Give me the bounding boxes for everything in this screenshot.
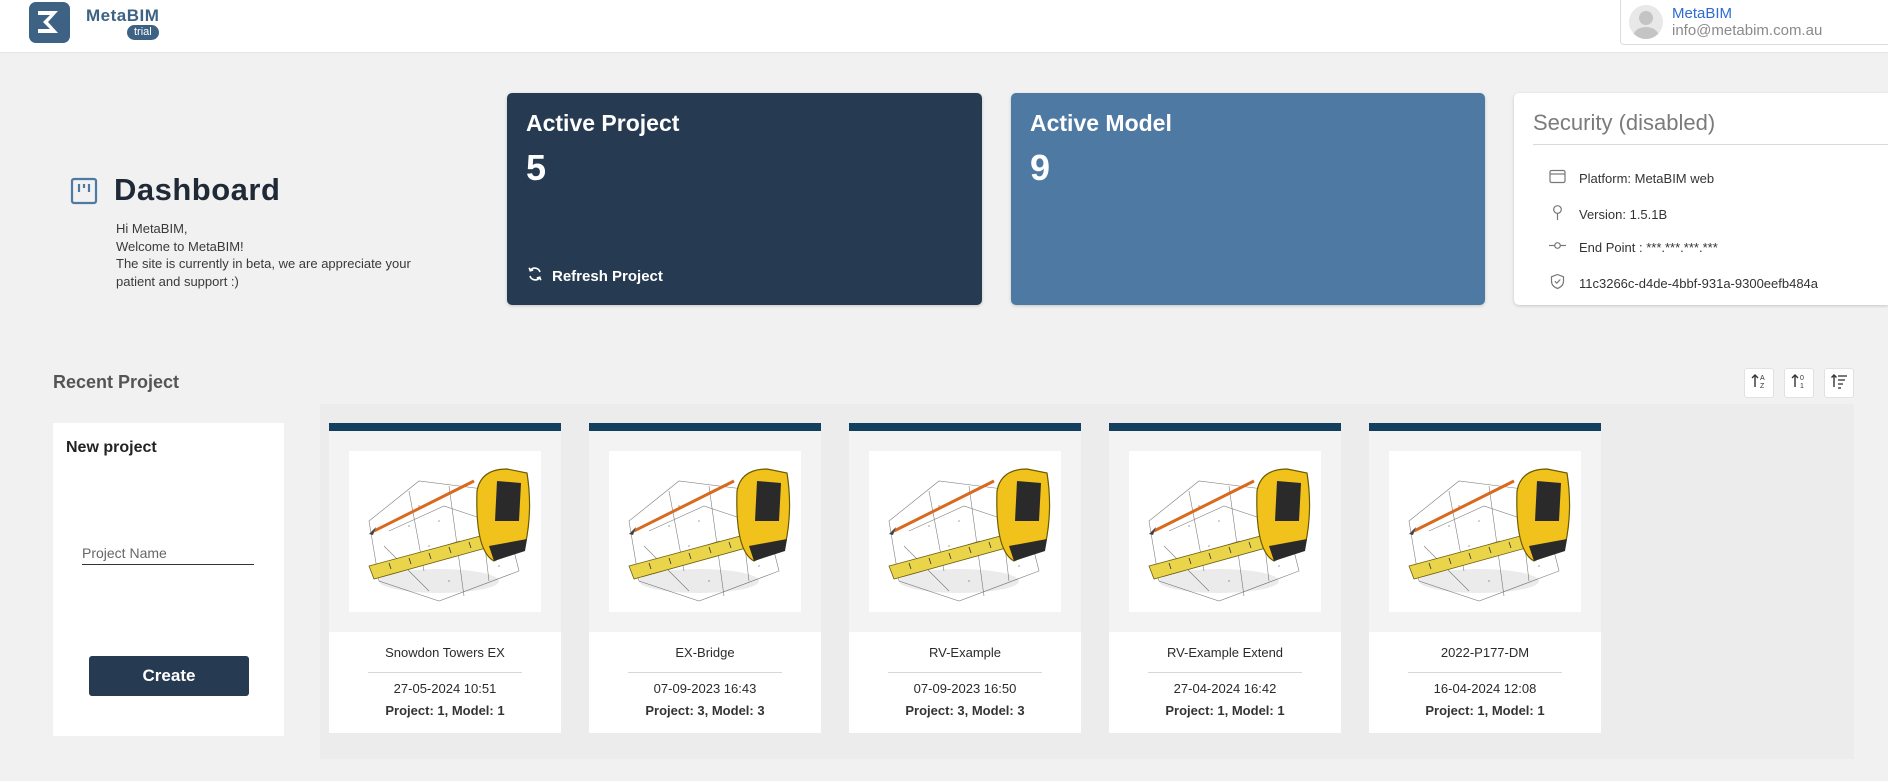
tape-measure-image	[1389, 451, 1581, 612]
avatar[interactable]	[1629, 5, 1663, 39]
active-project-count: 5	[526, 147, 547, 188]
project-card[interactable]: RV-Example Extend 27-04-2024 16:42 Proje…	[1109, 423, 1341, 733]
active-model-count: 9	[1030, 147, 1051, 188]
active-model-title: Active Model	[1030, 110, 1172, 136]
project-name: RV-Example	[928, 645, 1001, 660]
welcome-message: Hi MetaBIM, Welcome to MetaBIM! The site…	[116, 220, 426, 290]
version-text: Version: 1.5.1B	[1579, 206, 1668, 222]
sort-numeric-icon: 01	[1790, 372, 1808, 395]
recent-project-title: Recent Project	[53, 372, 180, 392]
new-project-title: New project	[66, 439, 157, 456]
user-menu[interactable]: MetaBIM info@metabim.com.au	[1620, 0, 1888, 45]
project-card-accent	[589, 423, 821, 431]
metabim-logo-icon[interactable]	[29, 2, 70, 43]
project-date: 07-09-2023 16:50	[913, 681, 1017, 696]
tape-measure-image	[869, 451, 1061, 612]
user-email: info@metabim.com.au	[1672, 22, 1823, 39]
divider	[368, 672, 522, 673]
pin-icon	[1549, 204, 1566, 224]
project-card[interactable]: EX-Bridge 07-09-2023 16:43 Project: 3, M…	[589, 423, 821, 733]
thumbnail-frame	[849, 431, 1081, 632]
sort-alpha-icon: AZ	[1750, 372, 1768, 395]
divider	[628, 672, 782, 673]
welcome-line: Hi MetaBIM,	[116, 221, 188, 236]
svg-text:Z: Z	[1760, 383, 1765, 390]
project-name: Snowdon Towers EX	[385, 645, 505, 660]
svg-text:A: A	[1760, 375, 1765, 382]
project-name: EX-Bridge	[675, 645, 735, 660]
active-project-title: Active Project	[526, 110, 680, 136]
svg-text:1: 1	[1800, 383, 1804, 390]
active-model-card: Active Model 9	[1011, 93, 1485, 305]
active-project-card: Active Project 5 Refresh Project	[507, 93, 982, 305]
browser-window-icon	[1549, 169, 1566, 187]
refresh-project-label: Refresh Project	[552, 267, 663, 285]
project-card-accent	[849, 423, 1081, 431]
divider	[888, 672, 1042, 673]
thumbnail-frame	[589, 431, 821, 632]
refresh-project-button[interactable]: Refresh Project	[527, 266, 663, 286]
project-card[interactable]: RV-Example 07-09-2023 16:50 Project: 3, …	[849, 423, 1081, 733]
project-date: 16-04-2024 12:08	[1433, 681, 1537, 696]
svg-text:0: 0	[1800, 375, 1804, 382]
security-title: Security (disabled)	[1533, 110, 1716, 135]
id-text: 11c3266c-d4de-4bbf-931a-9300eefb484a	[1579, 275, 1819, 291]
project-meta: Project: 3, Model: 3	[905, 703, 1025, 718]
project-date: 27-05-2024 10:51	[393, 681, 497, 696]
tape-measure-image	[609, 451, 801, 612]
project-card-accent	[1109, 423, 1341, 431]
endpoint-row: End Point : ***.***.***.***	[1549, 239, 1718, 255]
commit-icon	[1549, 239, 1566, 255]
user-name: MetaBIM	[1672, 5, 1733, 22]
sort-filter-icon	[1830, 372, 1848, 395]
brand-name: MetaBIM	[86, 6, 160, 25]
project-card[interactable]: 2022-P177-DM 16-04-2024 12:08 Project: 1…	[1369, 423, 1601, 733]
divider	[1533, 144, 1888, 145]
divider	[1408, 672, 1562, 673]
project-meta: Project: 1, Model: 1	[1425, 703, 1545, 718]
project-meta: Project: 3, Model: 3	[645, 703, 765, 718]
project-card-accent	[329, 423, 561, 431]
project-meta: Project: 1, Model: 1	[385, 703, 505, 718]
top-bar: MetaBIM trial MetaBIM info@metabim.com.a…	[0, 0, 1888, 53]
shield-check-icon	[1549, 273, 1566, 293]
thumbnail-frame	[1369, 431, 1601, 632]
page-title: Dashboard	[114, 172, 281, 207]
project-name: 2022-P177-DM	[1440, 645, 1530, 660]
tape-measure-image	[1129, 451, 1321, 612]
security-card: Security (disabled) Platform: MetaBIM we…	[1514, 93, 1888, 305]
new-project-card: New project Create	[53, 423, 284, 736]
divider	[1148, 672, 1302, 673]
version-row: Version: 1.5.1B	[1549, 204, 1667, 224]
project-name-input[interactable]	[82, 543, 254, 565]
project-card-accent	[1369, 423, 1601, 431]
project-date: 27-04-2024 16:42	[1173, 681, 1277, 696]
platform-text: Platform: MetaBIM web	[1579, 170, 1715, 186]
project-card[interactable]: Snowdon Towers EX 27-05-2024 10:51 Proje…	[329, 423, 561, 733]
dashboard-icon	[70, 177, 98, 205]
welcome-line: patient and support :)	[116, 273, 239, 289]
project-name: RV-Example Extend	[1166, 645, 1284, 660]
refresh-icon	[527, 266, 543, 286]
thumbnail-frame	[1109, 431, 1341, 632]
sort-numeric-button[interactable]: 01	[1784, 368, 1814, 398]
endpoint-text: End Point : ***.***.***.***	[1579, 239, 1718, 255]
trial-badge: trial	[127, 25, 159, 40]
welcome-line: Welcome to MetaBIM!	[116, 238, 244, 254]
welcome-line: The site is currently in beta, we are ap…	[116, 256, 411, 271]
project-date: 07-09-2023 16:43	[653, 681, 757, 696]
create-button[interactable]: Create	[89, 656, 249, 696]
project-meta: Project: 1, Model: 1	[1165, 703, 1285, 718]
platform-row: Platform: MetaBIM web	[1549, 169, 1714, 187]
thumbnail-frame	[329, 431, 561, 632]
tape-measure-image	[349, 451, 541, 612]
sort-filter-button[interactable]	[1824, 368, 1854, 398]
sort-alpha-button[interactable]: AZ	[1744, 368, 1774, 398]
id-row: 11c3266c-d4de-4bbf-931a-9300eefb484a	[1549, 273, 1818, 293]
